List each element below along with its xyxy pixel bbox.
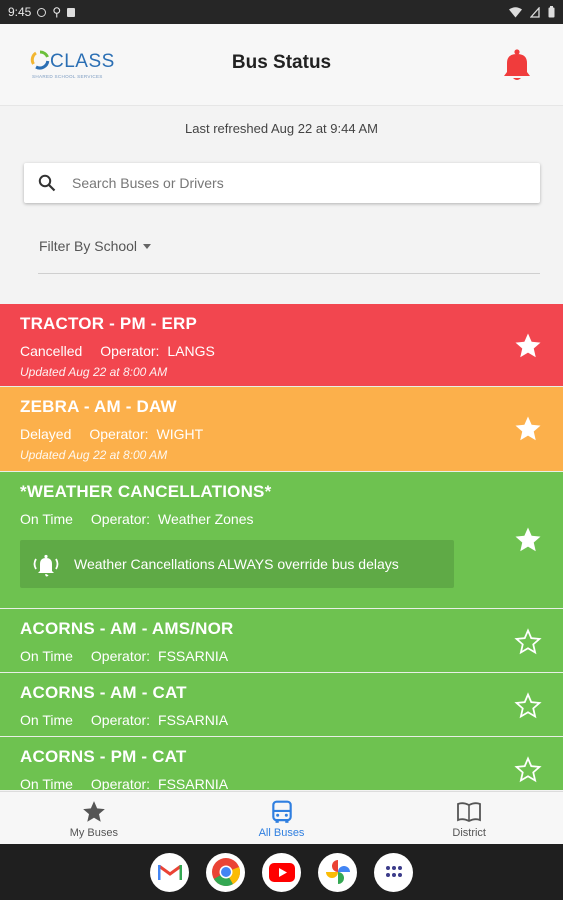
app-drawer-icon[interactable] [374,852,413,892]
updated-time: Updated Aug 22 at 8:00 AM [20,365,168,379]
filter-underline [38,273,540,274]
operator-label: Operator: [90,648,151,664]
bus-status: Delayed [20,426,72,442]
chrome-icon[interactable] [206,852,245,892]
system-status-bar: 9:45 ⚲ [0,0,563,24]
nav-label: District [452,827,486,839]
bus-row[interactable]: ACORNS - AM - AMS/NOR On Time Operator: F… [0,609,563,673]
bus-row[interactable]: ACORNS - AM - CAT On Time Operator: FSSAR… [0,673,563,737]
nav-my-buses[interactable]: My Buses [0,792,188,844]
battery-icon [548,6,555,18]
bus-name: TRACTOR - PM - ERP [20,314,198,333]
gmail-icon[interactable] [150,852,189,892]
nav-all-buses[interactable]: All Buses [188,792,376,844]
book-icon [457,802,482,823]
search-bar[interactable] [24,163,540,203]
bus-row[interactable]: ZEBRA - AM - DAW Delayed Operator: WIGHT … [0,387,563,472]
favorite-star-filled-icon[interactable] [513,525,543,555]
operator-name: WIGHT [156,426,204,442]
usb-icon: ⚲ [52,5,62,19]
operator-name: FSSARNIA [158,776,229,790]
clock: 9:45 [8,5,32,19]
favorite-star-outline-icon[interactable] [513,627,543,657]
star-icon [82,801,105,822]
operator-name: Weather Zones [158,511,254,527]
bus-name: ACORNS - AM - CAT [20,683,187,702]
wifi-icon [509,6,522,17]
bus-row[interactable]: ACORNS - PM - CAT On Time Operator: FSSAR… [0,737,563,790]
app-header: CLASS SHARED SCHOOL SERVICES Bus Status [0,24,563,106]
operator-name: LANGS [167,343,215,359]
bus-row[interactable]: TRACTOR - PM - ERP Cancelled Operator: LA… [0,304,563,387]
operator-label: Operator: [90,712,151,728]
operator-label: Operator: [90,511,151,527]
weather-notice: Weather Cancellations ALWAYS override bu… [20,540,454,588]
bus-status: On Time [20,712,73,728]
last-refreshed-text: Last refreshed Aug 22 at 9:44 AM [185,121,378,136]
alert-bell-icon [33,554,59,577]
bus-name: ACORNS - PM - CAT [20,747,187,766]
operator-label: Operator: [89,426,149,442]
operator-label: Operator: [100,343,160,359]
logo-subtitle: SHARED SCHOOL SERVICES [32,74,103,79]
search-icon [38,174,56,192]
bus-row[interactable]: *WEATHER CANCELLATIONS* On Time Operator… [0,472,563,609]
bus-name: ZEBRA - AM - DAW [20,397,177,416]
bottom-navigation: My Buses All Buses District [0,791,563,844]
updated-time: Updated Aug 22 at 8:00 AM [20,448,168,462]
bus-icon [271,800,292,823]
page-title: Bus Status [231,52,332,73]
system-dock [0,844,563,900]
bus-status: On Time [20,511,73,527]
bus-status: Cancelled [20,343,83,359]
favorite-star-outline-icon[interactable] [513,755,543,785]
operator-label: Operator: [90,776,151,790]
favorite-star-outline-icon[interactable] [513,691,543,721]
search-input[interactable] [72,175,492,191]
favorite-star-filled-icon[interactable] [513,414,543,444]
nav-label: All Buses [258,827,305,839]
caret-down-icon [143,244,152,249]
bus-name: *WEATHER CANCELLATIONS* [20,482,272,501]
favorite-star-filled-icon[interactable] [513,331,543,361]
bus-status: On Time [20,776,73,790]
operator-name: FSSARNIA [158,712,229,728]
operator-name: FSSARNIA [158,648,229,664]
nav-district[interactable]: District [375,792,563,844]
sync-icon [37,7,47,17]
weather-notice-text: Weather Cancellations ALWAYS override bu… [74,556,399,572]
nav-label: My Buses [69,827,118,839]
photos-icon[interactable] [318,852,357,892]
bus-name: ACORNS - AM - AMS/NOR [20,619,234,638]
bus-list[interactable]: TRACTOR - PM - ERP Cancelled Operator: LA… [0,304,563,790]
filter-label: Filter By School [39,238,138,254]
sd-card-icon [67,7,76,17]
filter-by-school-dropdown[interactable]: Filter By School [39,238,152,254]
youtube-icon[interactable] [262,852,301,892]
signal-icon [530,6,540,18]
bus-status: On Time [20,648,73,664]
notifications-bell-icon[interactable] [501,48,533,82]
